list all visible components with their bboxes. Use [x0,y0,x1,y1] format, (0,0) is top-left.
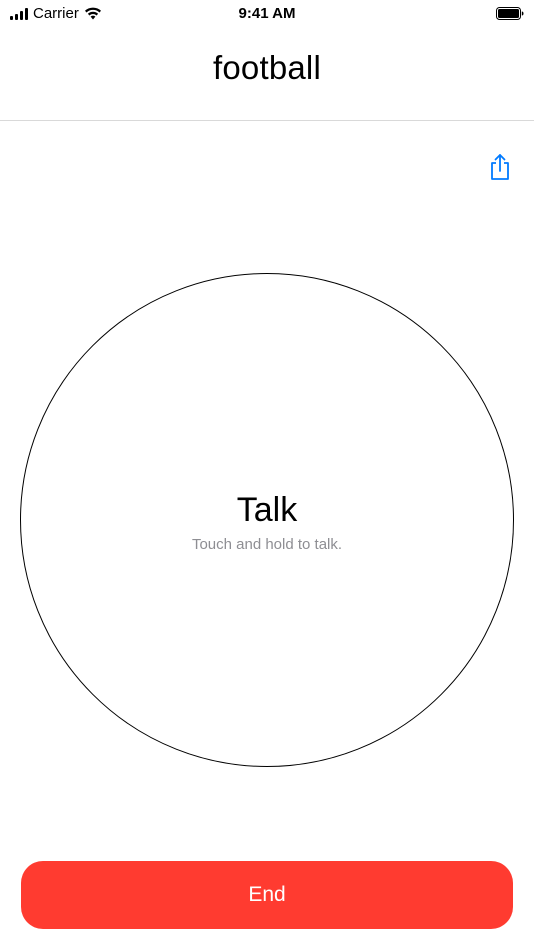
page-title: football [212,49,321,86]
navigation-bar: football [0,28,534,121]
talk-label: Talk [236,491,298,529]
talk-button[interactable]: Talk Touch and hold to talk. [20,273,514,767]
talk-hint: Touch and hold to talk. [191,536,343,553]
battery-icon [496,7,524,20]
status-time: 9:41 AM [238,5,296,22]
status-bar: Carrier 9:41 AM [0,0,534,28]
end-button[interactable]: End [21,861,513,929]
app-screen: Carrier 9:41 AM football Talk Touch and … [0,0,534,950]
share-icon[interactable] [488,153,512,181]
end-button-label: End [248,883,286,906]
